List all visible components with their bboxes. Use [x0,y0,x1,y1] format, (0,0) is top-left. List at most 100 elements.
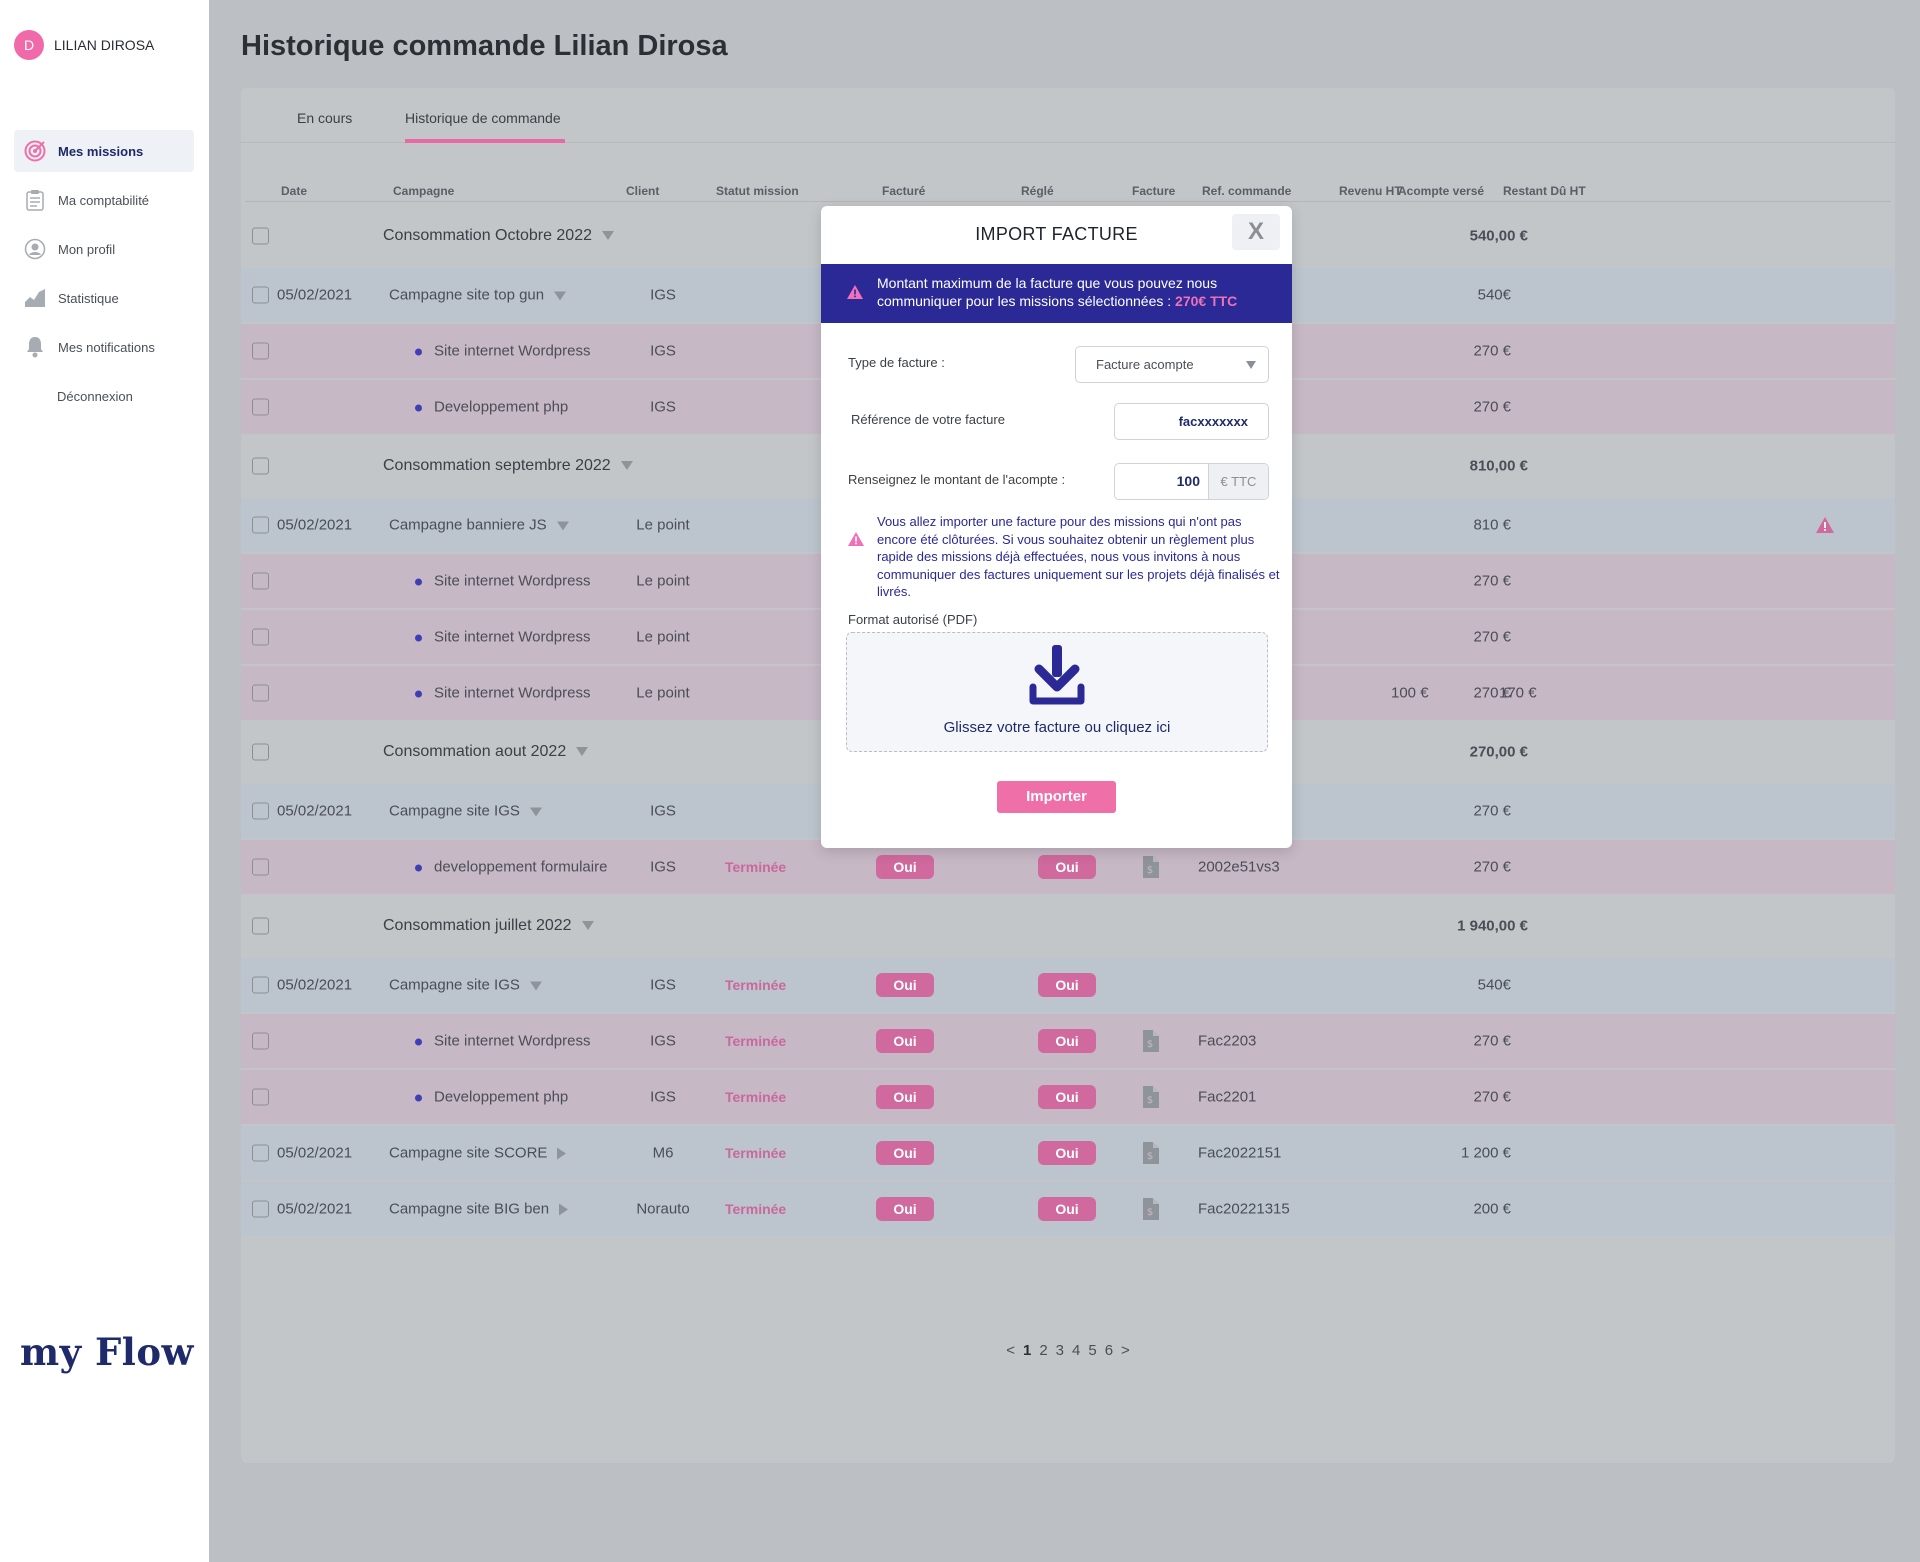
mission-row[interactable]: Developpement php IGS Terminée Oui Oui Fac220… [241,1070,1895,1124]
tab-en-cours[interactable]: En cours [297,110,352,143]
row-checkbox[interactable] [252,743,269,761]
page-link[interactable]: 6 [1105,1342,1113,1359]
user-header[interactable]: D LILIAN DIROSA [14,30,154,60]
row-checkbox[interactable] [252,684,269,702]
chevron-down-icon[interactable] [529,981,542,991]
chevron-down-icon[interactable] [581,921,594,931]
row-checkbox[interactable] [252,1144,269,1162]
row-checkbox[interactable] [252,398,269,416]
group-name[interactable]: Consommation aout 2022 [383,743,589,761]
sidebar-item-ma-comptabilit-[interactable]: Ma comptabilité [14,179,194,221]
campaign-name[interactable]: Campagne site SCORE [389,1144,567,1162]
revenue: 270 € [1473,342,1511,360]
row-checkbox[interactable] [252,1200,269,1218]
row-date: 05/02/2021 [277,976,353,994]
clipboard-icon [22,187,48,213]
row-checkbox[interactable] [252,516,269,534]
invoiced-badge: Oui [876,973,934,997]
next-page-button[interactable]: > [1121,1342,1130,1359]
invoice-document-icon[interactable]: $ [1141,1142,1159,1164]
chevron-down-icon[interactable] [529,807,542,817]
row-checkbox[interactable] [252,342,269,360]
chevron-down-icon[interactable] [620,461,633,471]
sidebar-item-d-connexion[interactable]: Déconnexion [14,375,194,417]
invoice-document-icon[interactable]: $ [1141,1086,1159,1108]
mission-row[interactable]: developpement formulaire IGS Terminée Oui Ou… [241,840,1895,894]
campaign-name-text: Campagne site SCORE [389,1144,548,1162]
page-link[interactable]: 3 [1056,1342,1064,1359]
mission-name: Site internet Wordpress [415,573,590,590]
prev-page-button[interactable]: < [1006,1342,1015,1359]
campaign-name[interactable]: Campagne site BIG ben [389,1201,569,1218]
sidebar-item-mon-profil[interactable]: Mon profil [14,228,194,270]
sidebar-item-statistique[interactable]: Statistique [14,277,194,319]
order-ref: Fac2201 [1198,1088,1257,1106]
campaign-name[interactable]: Campagne site IGS [389,803,542,820]
close-button[interactable]: X [1232,214,1280,250]
campaign-name[interactable]: Campagne site top gun [389,287,567,304]
mission-name: Site internet Wordpress [415,1033,590,1050]
row-checkbox[interactable] [252,227,269,245]
campaign-name-text: Campagne site IGS [389,802,520,820]
banner-amount: 270€ TTC [1175,293,1238,309]
row-checkbox[interactable] [252,1088,269,1106]
campaign-row[interactable]: 05/02/2021 Campagne site BIG ben Norauto Te… [241,1182,1895,1236]
row-date: 05/02/2021 [277,516,353,534]
page-link[interactable]: 1 [1023,1342,1031,1359]
row-checkbox[interactable] [252,628,269,646]
sidebar-nav: Mes missions Ma comptabilité Mon profil Sta… [14,130,194,424]
order-ref: Fac20221315 [1198,1200,1290,1218]
chevron-down-icon[interactable] [554,291,567,301]
chevron-down-icon[interactable] [576,747,589,757]
campaign-name[interactable]: Campagne site IGS [389,977,542,994]
group-name[interactable]: Consommation juillet 2022 [383,917,594,935]
row-checkbox[interactable] [252,457,269,475]
invoice-document-icon[interactable]: $ [1141,856,1159,878]
row-checkbox[interactable] [252,1032,269,1050]
row-checkbox[interactable] [252,858,269,876]
group-name[interactable]: Consommation septembre 2022 [383,457,633,475]
invoice-document-icon[interactable]: $ [1141,1198,1159,1220]
amount-value[interactable]: 100 [1115,464,1208,499]
group-name[interactable]: Consommation Octobre 2022 [383,227,614,245]
group-total: 1 940,00 € [1457,917,1528,935]
tab-historique[interactable]: Historique de commande [405,110,565,143]
chevron-right-icon[interactable] [559,1203,569,1216]
campaign-name[interactable]: Campagne banniere JS [389,517,569,534]
chevron-down-icon[interactable] [556,521,569,531]
column-header: Revenu HT [1339,184,1402,198]
campaign-row[interactable]: 05/02/2021 Campagne site IGS IGS Terminée Ou… [241,958,1895,1012]
column-header: Restant Dû HT [1503,184,1586,198]
import-facture-modal: IMPORT FACTURE X Montant maximum de la f… [821,206,1292,848]
group-row[interactable]: Consommation juillet 2022 1 940,00 € [241,896,1895,956]
row-checkbox[interactable] [252,802,269,820]
row-checkbox[interactable] [252,572,269,590]
revenue: 270 € [1473,572,1511,590]
order-ref: Fac2203 [1198,1032,1257,1050]
row-checkbox[interactable] [252,976,269,994]
campaign-row[interactable]: 05/02/2021 Campagne site SCORE M6 Terminée O… [241,1126,1895,1180]
file-dropzone[interactable]: Glissez votre facture ou cliquez ici [846,632,1268,752]
page-link[interactable]: 4 [1072,1342,1080,1359]
amount-input[interactable]: 100 € TTC [1114,463,1269,500]
page-link[interactable]: 5 [1088,1342,1096,1359]
invoice-ref-input[interactable]: facxxxxxxx [1114,403,1269,440]
chevron-right-icon[interactable] [557,1147,567,1160]
invoice-type-select[interactable]: Facture acompte [1075,346,1269,383]
sidebar-item-label: Ma comptabilité [58,192,150,208]
sidebar-item-mes-notifications[interactable]: Mes notifications [14,326,194,368]
sidebar-item-mes-missions[interactable]: Mes missions [14,130,194,172]
page-link[interactable]: 2 [1039,1342,1047,1359]
row-client: Le point [636,572,690,590]
revenue: 540€ [1477,976,1511,994]
avatar[interactable]: D [14,30,44,60]
invoice-document-icon[interactable]: $ [1141,1030,1159,1052]
mission-row[interactable]: Site internet Wordpress IGS Terminée Oui Oui… [241,1014,1895,1068]
row-checkbox[interactable] [252,917,269,935]
chevron-down-icon[interactable] [602,231,614,241]
svg-text:$: $ [1147,865,1153,876]
import-button[interactable]: Importer [997,781,1116,813]
mission-name-text: Developpement php [434,398,569,416]
row-checkbox[interactable] [252,286,269,304]
row-client: IGS [650,976,676,994]
